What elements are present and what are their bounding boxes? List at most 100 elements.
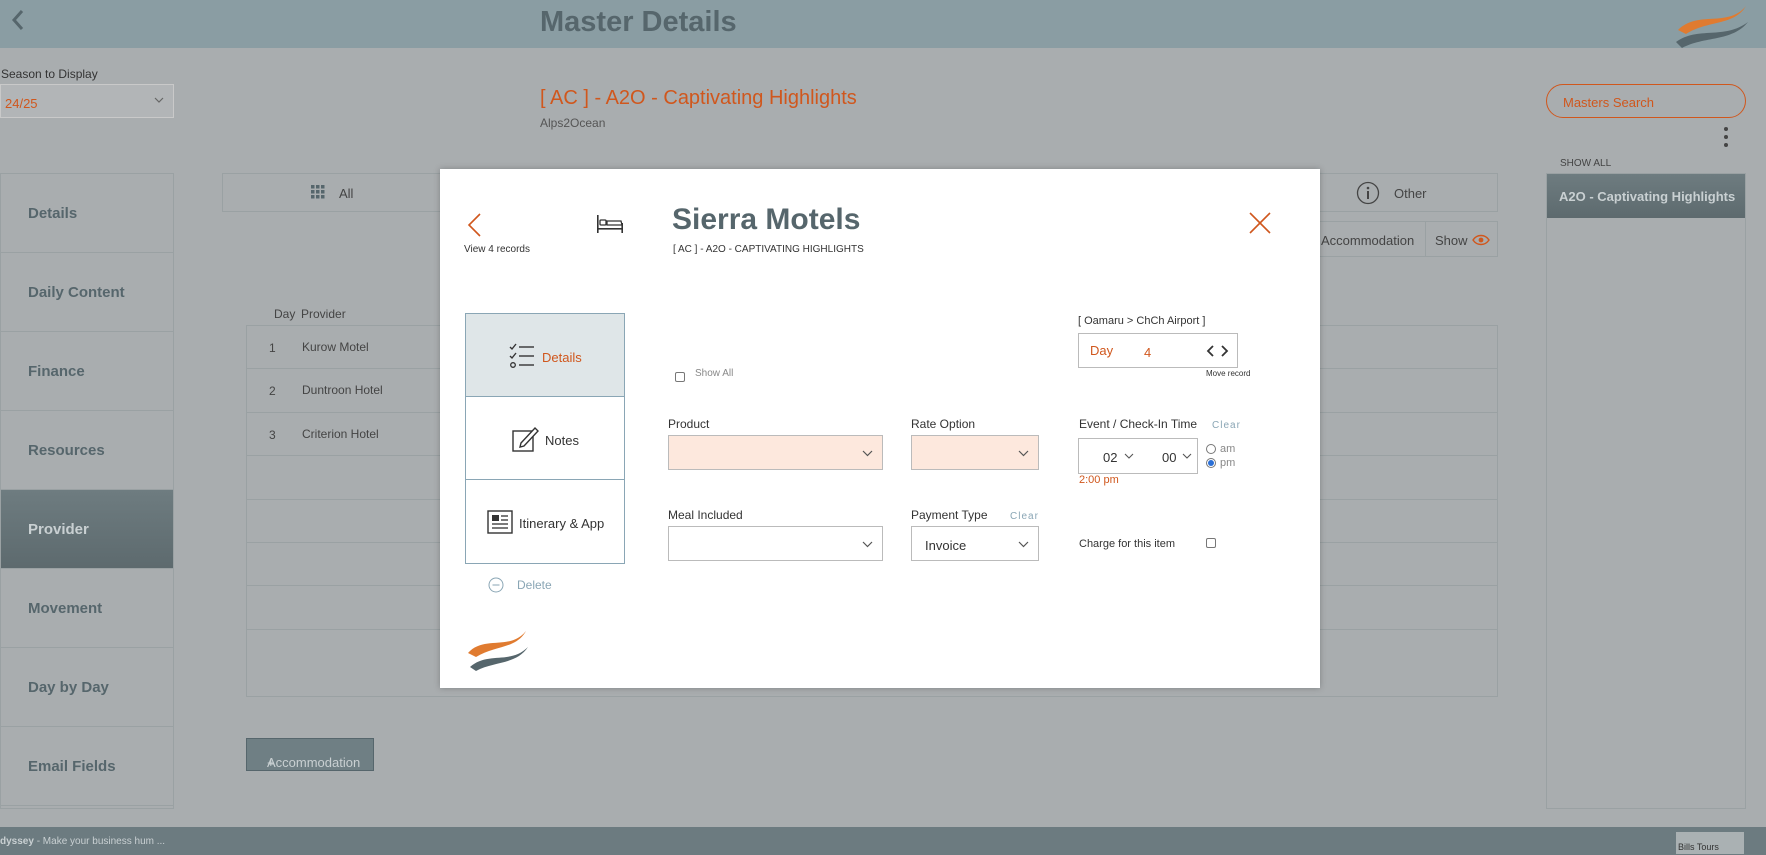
season-select[interactable]: 24/25 [0,84,174,118]
product-label: Product [668,417,710,431]
payment-type-value: Invoice [925,538,967,553]
nav-item-email-fields[interactable]: Email Fields [1,727,173,806]
nav-item-daily-content[interactable]: Daily Content [1,253,173,332]
grid-icon [311,185,325,199]
grid-header-day: Day [274,307,296,321]
event-time-label: Event / Check-In Time [1079,417,1198,431]
provider-modal: View 4 records Sierra Motels [ AC ] - A2… [440,169,1320,688]
nav-item-provider[interactable]: Provider [1,490,173,569]
footer-badge-text: Bills Tours [1678,842,1719,852]
masters-search-button[interactable]: Masters Search [1546,84,1746,118]
nav-item-finance[interactable]: Finance [1,332,173,411]
delete-label: Delete [517,578,552,592]
charge-item-label: Charge for this item [1079,538,1175,550]
bed-icon [597,215,623,233]
footer-tagline: - Make your business hum ... [33,836,166,847]
tab-other-label: Other [1394,186,1427,201]
filter-show-label[interactable]: Show [1435,233,1468,248]
charge-item-checkbox[interactable] [1206,538,1216,548]
time-picker: 02 00 [1078,438,1198,474]
modal-subtitle: [ AC ] - A2O - CAPTIVATING HIGHLIGHTS [673,244,864,255]
chevron-left-icon[interactable] [1205,344,1215,358]
right-panel-item[interactable]: A2O - Captivating Highlights [1547,174,1745,218]
add-accommodation-button[interactable]: + Accommodation [246,738,374,771]
footer-brand: dyssey - Make your business hum ... [0,836,165,847]
payment-type-select[interactable]: Invoice [911,526,1039,561]
nav-item-resources[interactable]: Resources [1,411,173,490]
modal-menu-notes-label: Notes [545,433,579,448]
modal-menu: Details Notes Itinerary & App [465,313,625,564]
cell-day: 2 [269,384,276,399]
modal-menu-itinerary-label: Itinerary & App [519,516,605,531]
chevron-down-icon [1018,450,1029,457]
day-value[interactable]: 4 [1144,345,1151,360]
master-subtitle: Alps2Ocean [540,116,606,130]
modal-menu-details[interactable]: Details [466,314,624,397]
brand-logo [1676,6,1748,48]
chevron-down-icon [862,541,873,548]
nav-item-details[interactable]: Details [1,174,173,253]
filter-accommodation[interactable]: Accommodation [1321,233,1414,248]
meal-included-select[interactable] [668,526,883,561]
pm-radio[interactable] [1206,458,1216,468]
right-panel: A2O - Captivating Highlights [1546,173,1746,809]
show-all-checkbox[interactable] [675,372,685,382]
checklist-icon [509,343,534,368]
hour-select[interactable]: 02 [1103,450,1117,465]
show-all-link[interactable]: SHOW ALL [1560,158,1611,169]
previous-record-icon[interactable] [466,211,484,239]
more-options-icon[interactable] [1722,126,1730,148]
close-icon[interactable] [1248,211,1272,235]
minus-circle-icon [488,577,504,593]
add-accommodation-label: Accommodation [267,755,361,770]
cell-day: 3 [269,427,276,442]
modal-menu-notes[interactable]: Notes [466,397,624,480]
chevron-down-icon [862,450,873,457]
eye-icon[interactable] [1472,234,1490,246]
show-all-label: Show All [695,368,734,379]
filter-bar: Accommodation Show [1308,221,1498,257]
move-record-label: Move record [1206,369,1251,378]
am-radio[interactable] [1206,444,1216,454]
cell-provider: Criterion Hotel [302,426,379,441]
brand-logo [468,631,528,671]
edit-icon [512,426,539,452]
tab-all[interactable]: All [223,174,441,211]
master-title: [ AC ] - A2O - Captivating Highlights [540,87,857,109]
cell-day: 1 [269,341,276,355]
footer: dyssey - Make your business hum ... Bill… [0,827,1766,855]
product-select[interactable] [668,435,883,470]
modal-menu-itinerary[interactable]: Itinerary & App [466,480,624,563]
time-readout: 2:00 pm [1079,474,1119,486]
chevron-down-icon [154,97,164,103]
season-value: 24/25 [5,96,38,111]
masters-search-label: Masters Search [1563,95,1655,110]
tab-other[interactable]: Other [1317,174,1497,211]
chevron-right-icon[interactable] [1220,344,1230,358]
filter-divider [1425,222,1426,256]
am-label: am [1220,443,1236,455]
pm-label: pm [1220,457,1236,469]
day-selector: Day 4 [1078,333,1238,368]
view-records-link[interactable]: View 4 records [464,244,530,255]
nav-item-day-by-day[interactable]: Day by Day [1,648,173,727]
payment-type-clear-link[interactable]: Clear [1010,511,1039,522]
day-label: Day [1090,343,1114,358]
route-label: [ Oamaru > ChCh Airport ] [1078,315,1206,327]
back-chevron-icon[interactable] [8,6,30,34]
rate-option-select[interactable] [911,435,1039,470]
modal-title: Sierra Motels [672,203,861,236]
tab-all-label: All [339,186,354,201]
chevron-down-icon [1124,453,1134,459]
cell-provider: Kurow Motel [302,340,369,354]
chevron-down-icon [1018,541,1029,548]
grid-header-provider: Provider [301,307,346,321]
minute-select[interactable]: 00 [1162,450,1176,465]
meal-included-label: Meal Included [668,508,743,522]
footer-brand-name: dyssey [0,836,34,847]
top-bar: Master Details [0,0,1766,48]
chevron-down-icon [1182,453,1192,459]
nav-item-movement[interactable]: Movement [1,569,173,648]
cell-provider: Duntroon Hotel [302,383,383,398]
event-time-clear-link[interactable]: Clear [1212,420,1241,431]
